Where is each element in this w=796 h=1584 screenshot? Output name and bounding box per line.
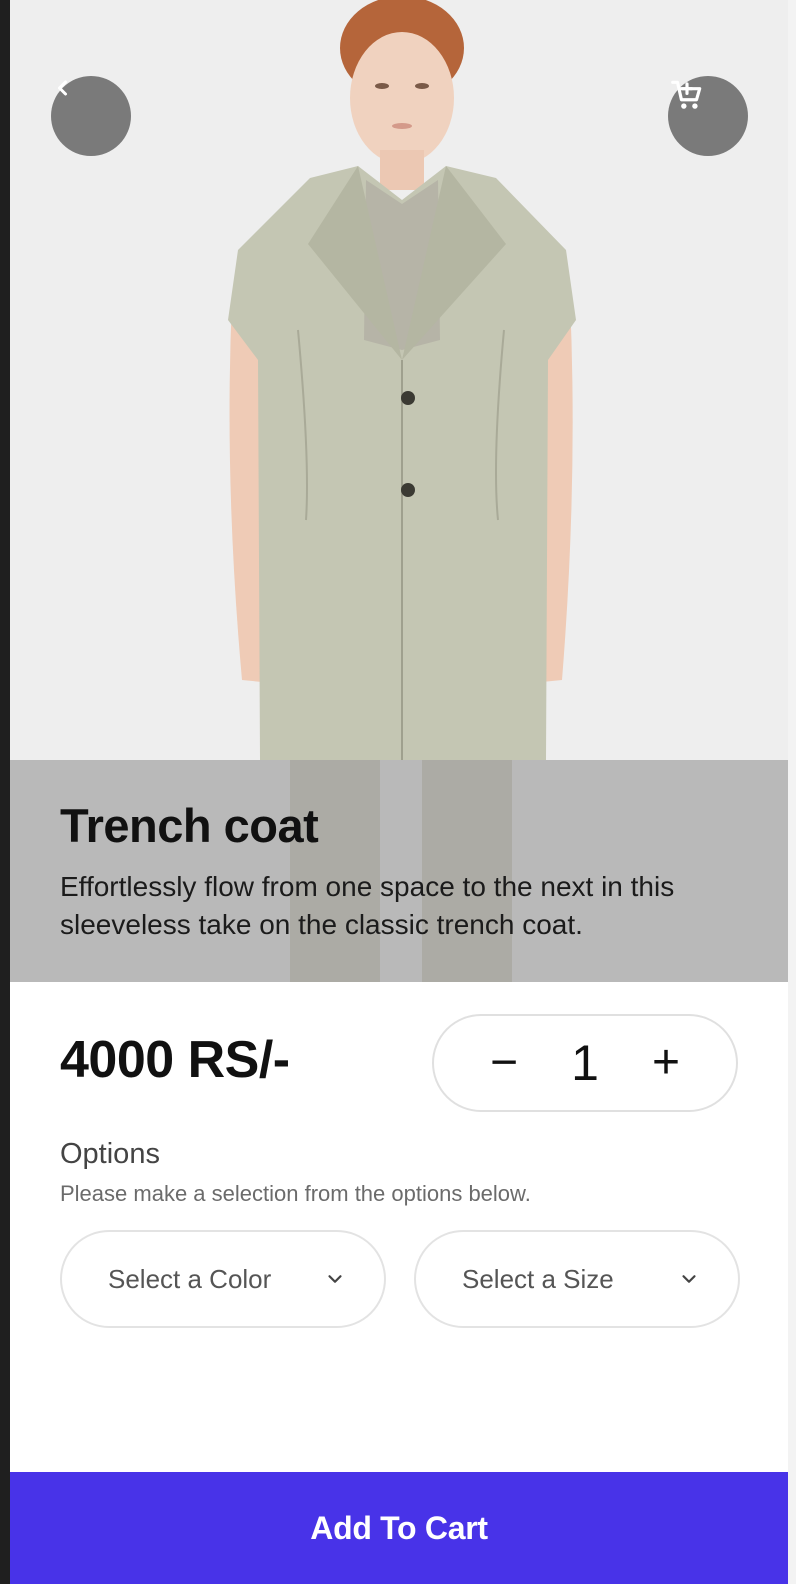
color-select[interactable]: Select a Color — [60, 1230, 386, 1328]
chevron-down-icon — [328, 1275, 342, 1283]
size-select-label: Select a Size — [462, 1263, 614, 1294]
options-hint: Please make a selection from the options… — [60, 1181, 531, 1206]
options-heading: Options — [60, 1138, 160, 1170]
product-title: Trench coat — [60, 799, 319, 852]
color-select-label: Select a Color — [108, 1263, 272, 1294]
shopping-cart-icon — [671, 80, 702, 109]
product-info-overlay: Trench coat Effortlessly flow from one s… — [10, 760, 788, 982]
product-description: Effortlessly flow from one space to the … — [60, 871, 675, 940]
add-to-cart-button[interactable]: Add To Cart — [10, 1472, 788, 1584]
increment-button[interactable]: + — [648, 1039, 684, 1087]
cart-button[interactable] — [668, 76, 748, 156]
window-edge — [0, 0, 10, 1584]
size-select[interactable]: Select a Size — [414, 1230, 740, 1328]
chevron-down-icon — [682, 1275, 696, 1283]
product-detail-screen: Trench coat Effortlessly flow from one s… — [0, 0, 796, 1584]
decrement-button[interactable]: − — [486, 1039, 522, 1087]
back-button[interactable] — [51, 76, 131, 156]
product-image: Trench coat Effortlessly flow from one s… — [10, 0, 788, 982]
quantity-stepper: − 1 + — [432, 1014, 738, 1112]
chevron-left-icon — [58, 80, 67, 96]
product-price: 4000 RS/- — [60, 1031, 290, 1089]
quantity-value: 1 — [571, 1035, 599, 1091]
window-edge-right — [788, 0, 796, 1584]
